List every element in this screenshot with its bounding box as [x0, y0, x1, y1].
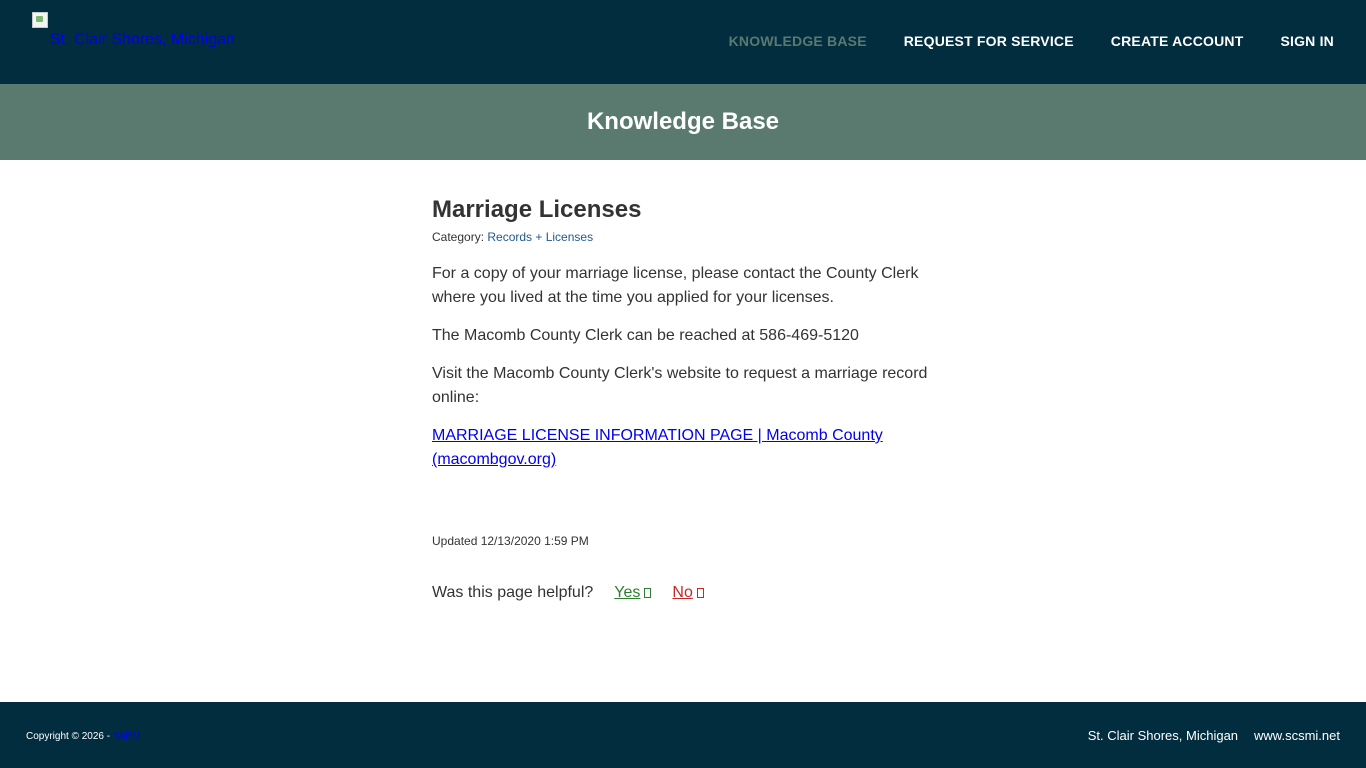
marriage-license-info-link[interactable]: MARRIAGE LICENSE INFORMATION PAGE | Maco… [432, 427, 883, 468]
article-paragraph: The Macomb County Clerk can be reached a… [432, 327, 859, 344]
article-title: Marriage Licenses [432, 196, 642, 223]
thumbs-up-icon [644, 587, 652, 598]
footer-site-info: St. Clair Shores, Michigan www.scsmi.net [1072, 728, 1340, 743]
feedback-no-label: No [672, 584, 693, 601]
top-navbar: St. Clair Shores, Michigan KNOWLEDGE BAS… [0, 0, 1366, 84]
article-paragraph: For a copy of your marriage license, ple… [432, 265, 919, 306]
thumbs-down-icon [696, 587, 704, 598]
copyright: Copyright © 2026 - YARM [26, 731, 141, 742]
page-title: Knowledge Base [586, 108, 780, 135]
category-label: Category: [432, 230, 488, 244]
site-footer: Copyright © 2026 - YARM St. Clair Shores… [0, 702, 1366, 768]
feedback-no-button[interactable]: No [672, 584, 704, 602]
site-logo[interactable]: St. Clair Shores, Michigan [32, 12, 272, 52]
category-link[interactable]: Records + Licenses [487, 230, 593, 244]
nav-sign-in[interactable]: SIGN IN [1280, 33, 1334, 49]
feedback-question: Was this page helpful? [432, 584, 594, 601]
feedback-yes-button[interactable]: Yes [614, 584, 652, 602]
page-banner: Knowledge Base [0, 84, 1366, 160]
logo-alt-text[interactable]: St. Clair Shores, Michigan [50, 31, 235, 49]
feedback-yes-label: Yes [614, 584, 641, 601]
feedback-row: Was this page helpful? Yes No [432, 584, 942, 602]
copyright-text: Copyright © 2026 - [26, 731, 113, 742]
external-link-paragraph: MARRIAGE LICENSE INFORMATION PAGE | Maco… [432, 424, 942, 472]
article-category: Category: Records + Licenses [432, 230, 942, 244]
nav-knowledge-base[interactable]: KNOWLEDGE BASE [729, 33, 867, 49]
main-nav: KNOWLEDGE BASE REQUEST FOR SERVICE CREAT… [692, 33, 1334, 49]
article-content: Marriage Licenses Category: Records + Li… [432, 196, 942, 602]
nav-create-account[interactable]: CREATE ACCOUNT [1111, 33, 1244, 49]
copyright-link[interactable]: YARM [113, 731, 141, 742]
footer-site-url[interactable]: www.scsmi.net [1254, 728, 1340, 743]
footer-site-name: St. Clair Shores, Michigan [1087, 728, 1239, 743]
article-paragraph: Visit the Macomb County Clerk's website … [432, 365, 928, 406]
updated-timestamp: Updated 12/13/2020 1:59 PM [432, 534, 589, 548]
nav-request-for-service[interactable]: REQUEST FOR SERVICE [904, 33, 1074, 49]
broken-image-icon [32, 12, 48, 28]
